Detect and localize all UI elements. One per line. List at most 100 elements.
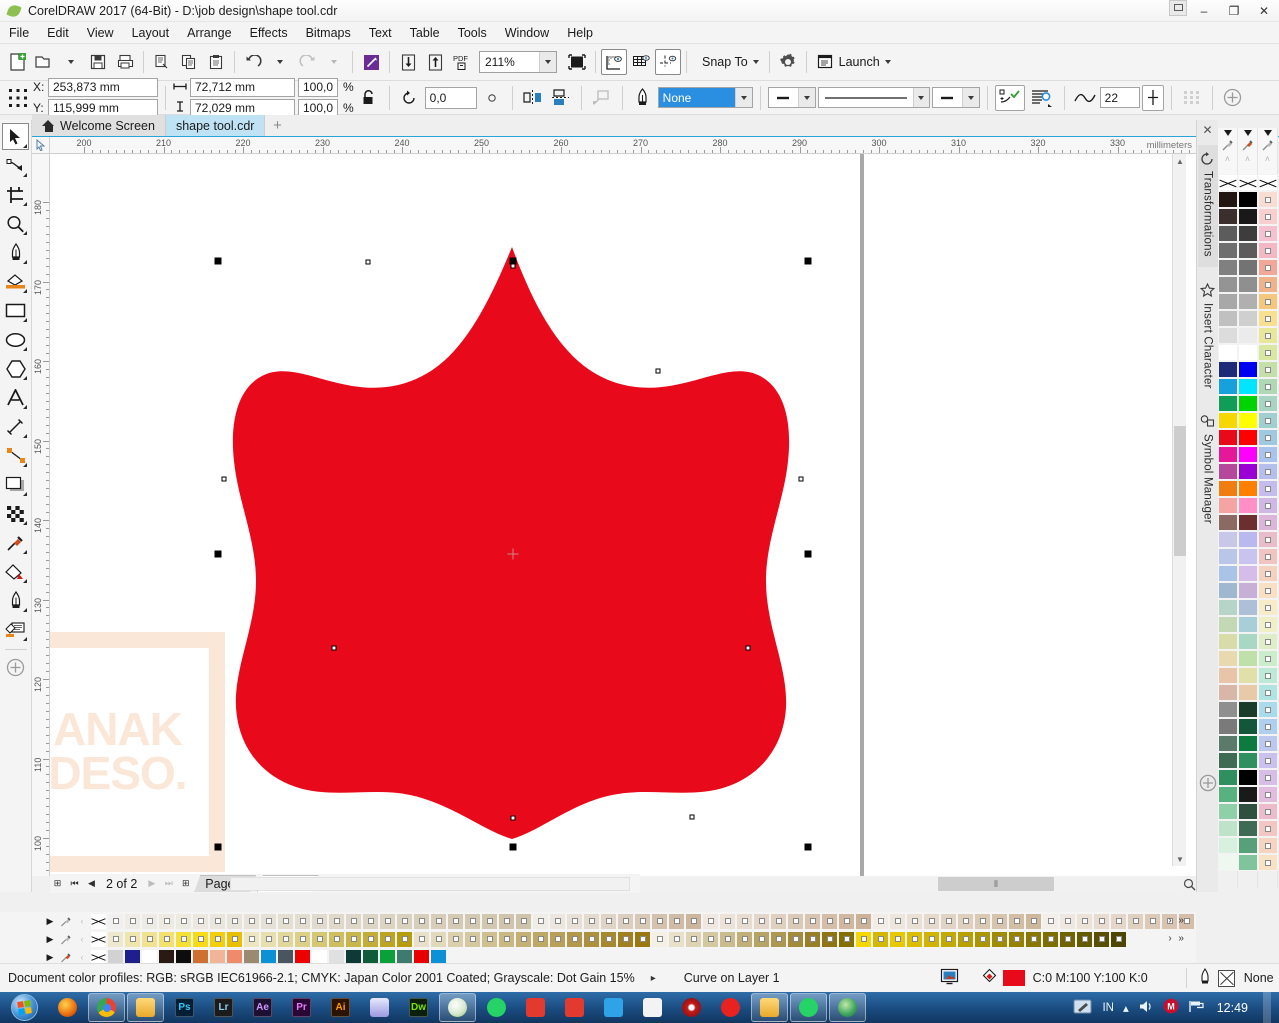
palette-swatch[interactable] — [1059, 912, 1076, 930]
print-icon[interactable] — [112, 49, 138, 75]
palette-swatch[interactable] — [1218, 718, 1238, 735]
curve-node[interactable] — [745, 645, 751, 651]
menu-view[interactable]: View — [78, 23, 123, 43]
palette-swatch[interactable] — [464, 930, 481, 948]
palette-swatch[interactable] — [804, 912, 821, 930]
palette-swatch[interactable] — [396, 930, 413, 948]
rotation-angle-icon[interactable] — [397, 85, 423, 111]
palette-none-swatch[interactable] — [1238, 174, 1258, 191]
palette-swatch[interactable] — [1258, 752, 1278, 769]
cut-icon[interactable] — [149, 49, 175, 75]
previous-page-button[interactable]: ◀ — [84, 876, 99, 891]
palette-swatch[interactable] — [855, 930, 872, 948]
palette-swatch[interactable] — [1238, 293, 1258, 310]
paste-icon[interactable] — [203, 49, 229, 75]
palette-swatch[interactable] — [243, 930, 260, 948]
palette-swatch[interactable] — [1238, 463, 1258, 480]
palette-swatch[interactable] — [1238, 344, 1258, 361]
interactive-fill-tool[interactable] — [2, 558, 29, 585]
outline-pen-tool[interactable] — [2, 587, 29, 614]
palette-swatch[interactable] — [447, 930, 464, 948]
palette-swatch[interactable] — [1238, 208, 1258, 225]
palette-swatch[interactable] — [1258, 565, 1278, 582]
docker-transformations[interactable]: Transformations — [1197, 145, 1218, 267]
rectangle-tool[interactable] — [2, 297, 29, 324]
end-arrowhead-combo[interactable] — [931, 87, 980, 108]
outline-width-combo[interactable]: None — [657, 87, 753, 108]
undo-icon[interactable] — [240, 49, 266, 75]
palette-swatch[interactable] — [1218, 208, 1238, 225]
palette-swatch[interactable] — [1238, 378, 1258, 395]
menu-layout[interactable]: Layout — [123, 23, 179, 43]
menu-bitmaps[interactable]: Bitmaps — [297, 23, 360, 43]
palette-column-3[interactable]: ˄ — [1258, 128, 1278, 888]
close-button[interactable]: ✕ — [1249, 0, 1279, 22]
zoom-level-dropdown[interactable] — [539, 52, 556, 72]
rotation-angle-input[interactable]: 0,0 — [424, 86, 477, 109]
selection-handle-ne[interactable] — [804, 257, 812, 265]
palette-swatch[interactable] — [413, 930, 430, 948]
palette-none-swatch[interactable] — [1258, 174, 1278, 191]
palette-swatch[interactable] — [498, 930, 515, 948]
insert-page-before-button[interactable]: ⊞ — [50, 876, 65, 891]
palette-swatch[interactable] — [991, 930, 1008, 948]
selection-handle-s[interactable] — [509, 843, 517, 851]
palette-swatch[interactable] — [311, 912, 328, 930]
palette-swatch[interactable] — [1258, 599, 1278, 616]
palette-swatch[interactable] — [175, 912, 192, 930]
width-input[interactable]: 72,712 mm — [190, 77, 295, 97]
palette-swatch[interactable] — [1258, 446, 1278, 463]
palette-swatch[interactable] — [1127, 912, 1144, 930]
palette-swatch[interactable] — [1238, 718, 1258, 735]
launch-caret[interactable] — [884, 60, 891, 64]
palette-swatch[interactable] — [1218, 684, 1238, 701]
palette-swatch[interactable] — [1218, 769, 1238, 786]
palette-swatch[interactable] — [1238, 429, 1258, 446]
palette-swatch[interactable] — [804, 930, 821, 948]
new-tab-button[interactable]: + — [265, 115, 290, 136]
volume-icon[interactable] — [1138, 999, 1154, 1017]
palette-swatch[interactable] — [991, 912, 1008, 930]
eyedropper-icon[interactable] — [58, 915, 74, 928]
palette-swatch[interactable] — [685, 912, 702, 930]
curve-node[interactable] — [365, 259, 371, 265]
palette-swatch[interactable] — [1218, 276, 1238, 293]
color-profiles-expand-icon[interactable]: ▸ — [651, 973, 656, 984]
palette-swatch[interactable] — [1218, 752, 1238, 769]
palette-swatch[interactable] — [668, 930, 685, 948]
palette-swatch[interactable] — [906, 930, 923, 948]
scale-h-input[interactable]: 100,0 — [298, 77, 338, 97]
palette-swatch[interactable] — [1238, 259, 1258, 276]
palette-swatch[interactable] — [872, 912, 889, 930]
end-arrowhead-dropdown[interactable] — [961, 88, 979, 107]
curve-node[interactable] — [689, 814, 695, 820]
palette-row-nav[interactable]: › » — [1168, 933, 1186, 944]
palette-swatch[interactable] — [1218, 531, 1238, 548]
palette-swatch[interactable] — [1258, 803, 1278, 820]
taskbar-item-adobe-illustrator[interactable]: Ai — [322, 993, 359, 1022]
eyedropper-icon[interactable] — [58, 933, 74, 946]
palette-swatch[interactable] — [770, 930, 787, 948]
x-position-input[interactable]: 253,873 mm — [48, 77, 158, 97]
palette-swatch[interactable] — [1238, 276, 1258, 293]
palette-swatch[interactable] — [192, 930, 209, 948]
docker-symbol-manager[interactable]: Symbol Manager — [1198, 408, 1218, 534]
snap-to-button[interactable]: Snap To — [692, 50, 764, 74]
tab-welcome-screen[interactable]: Welcome Screen — [32, 115, 166, 136]
drop-shadow-tool[interactable] — [2, 471, 29, 498]
palette-swatch[interactable] — [1258, 497, 1278, 514]
save-icon[interactable] — [85, 49, 111, 75]
proof-colors-icon[interactable] — [940, 968, 959, 989]
palette-swatch[interactable] — [719, 912, 736, 930]
palette-swatch[interactable] — [940, 912, 957, 930]
taskbar-item-opera-browser[interactable] — [712, 993, 749, 1022]
vertical-scroll-thumb[interactable] — [1174, 426, 1186, 556]
palette-scroll-icon[interactable] — [1263, 130, 1272, 136]
curve-node[interactable] — [221, 476, 227, 482]
palette-swatch[interactable] — [1218, 242, 1238, 259]
palette-swatch[interactable] — [345, 930, 362, 948]
palette-swatch[interactable] — [821, 912, 838, 930]
taskbar-item-download-manager[interactable] — [829, 993, 866, 1022]
palette-swatch[interactable] — [226, 912, 243, 930]
palette-swatch[interactable] — [1258, 480, 1278, 497]
